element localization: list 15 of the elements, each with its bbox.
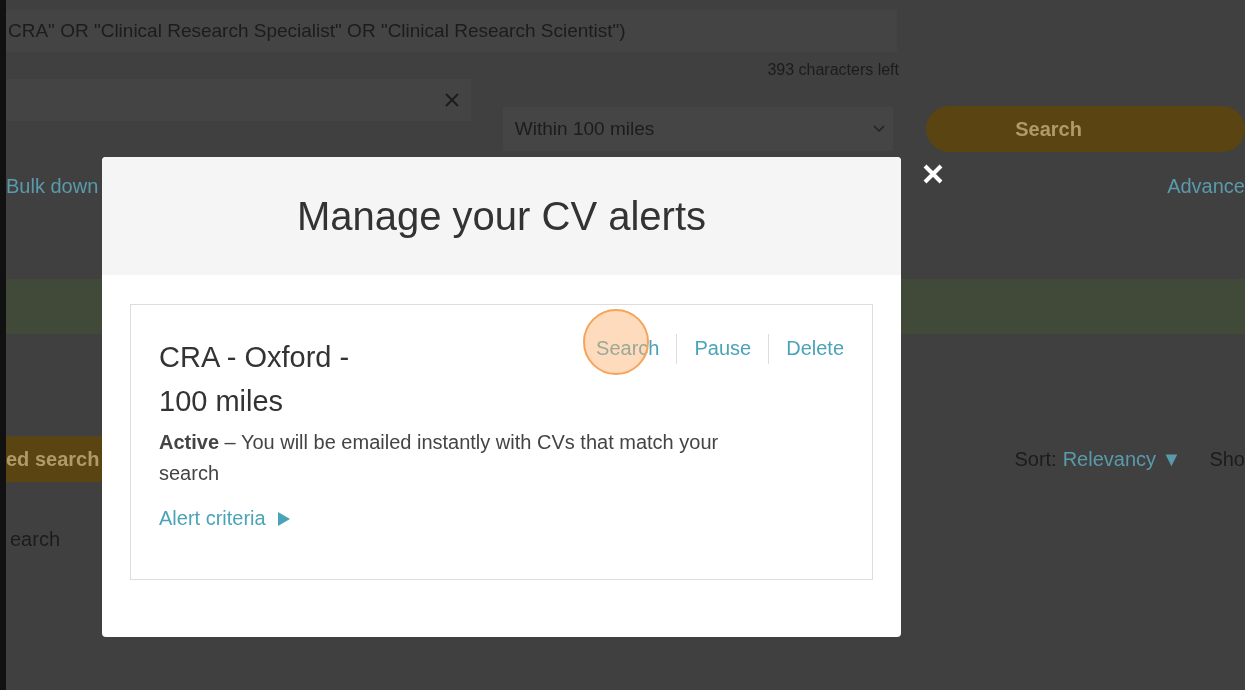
- sort-dropdown[interactable]: Relevancy ▼: [1062, 447, 1182, 471]
- clear-icon[interactable]: [444, 93, 459, 107]
- location-field[interactable]: [6, 79, 471, 121]
- triangle-right-icon: [277, 511, 290, 526]
- alert-action-link[interactable]: Delete: [786, 333, 844, 364]
- modal-title: Manage your CV alerts: [296, 193, 707, 239]
- close-icon[interactable]: [922, 163, 944, 185]
- alert-action-link[interactable]: Pause: [694, 333, 752, 364]
- alert-description: Active – You will be emailed instantly with CVs that match your search: [159, 430, 720, 486]
- chevron-down-icon: [873, 125, 886, 133]
- search-button[interactable]: Search: [926, 106, 1245, 152]
- advanced-search-link[interactable]: Advance: [1167, 175, 1245, 215]
- alert-criteria-link[interactable]: Alert criteria: [159, 507, 290, 530]
- bulk-download-link[interactable]: Bulk down: [6, 175, 99, 215]
- alert-name: CRA - Oxford - 100 miles: [159, 340, 351, 419]
